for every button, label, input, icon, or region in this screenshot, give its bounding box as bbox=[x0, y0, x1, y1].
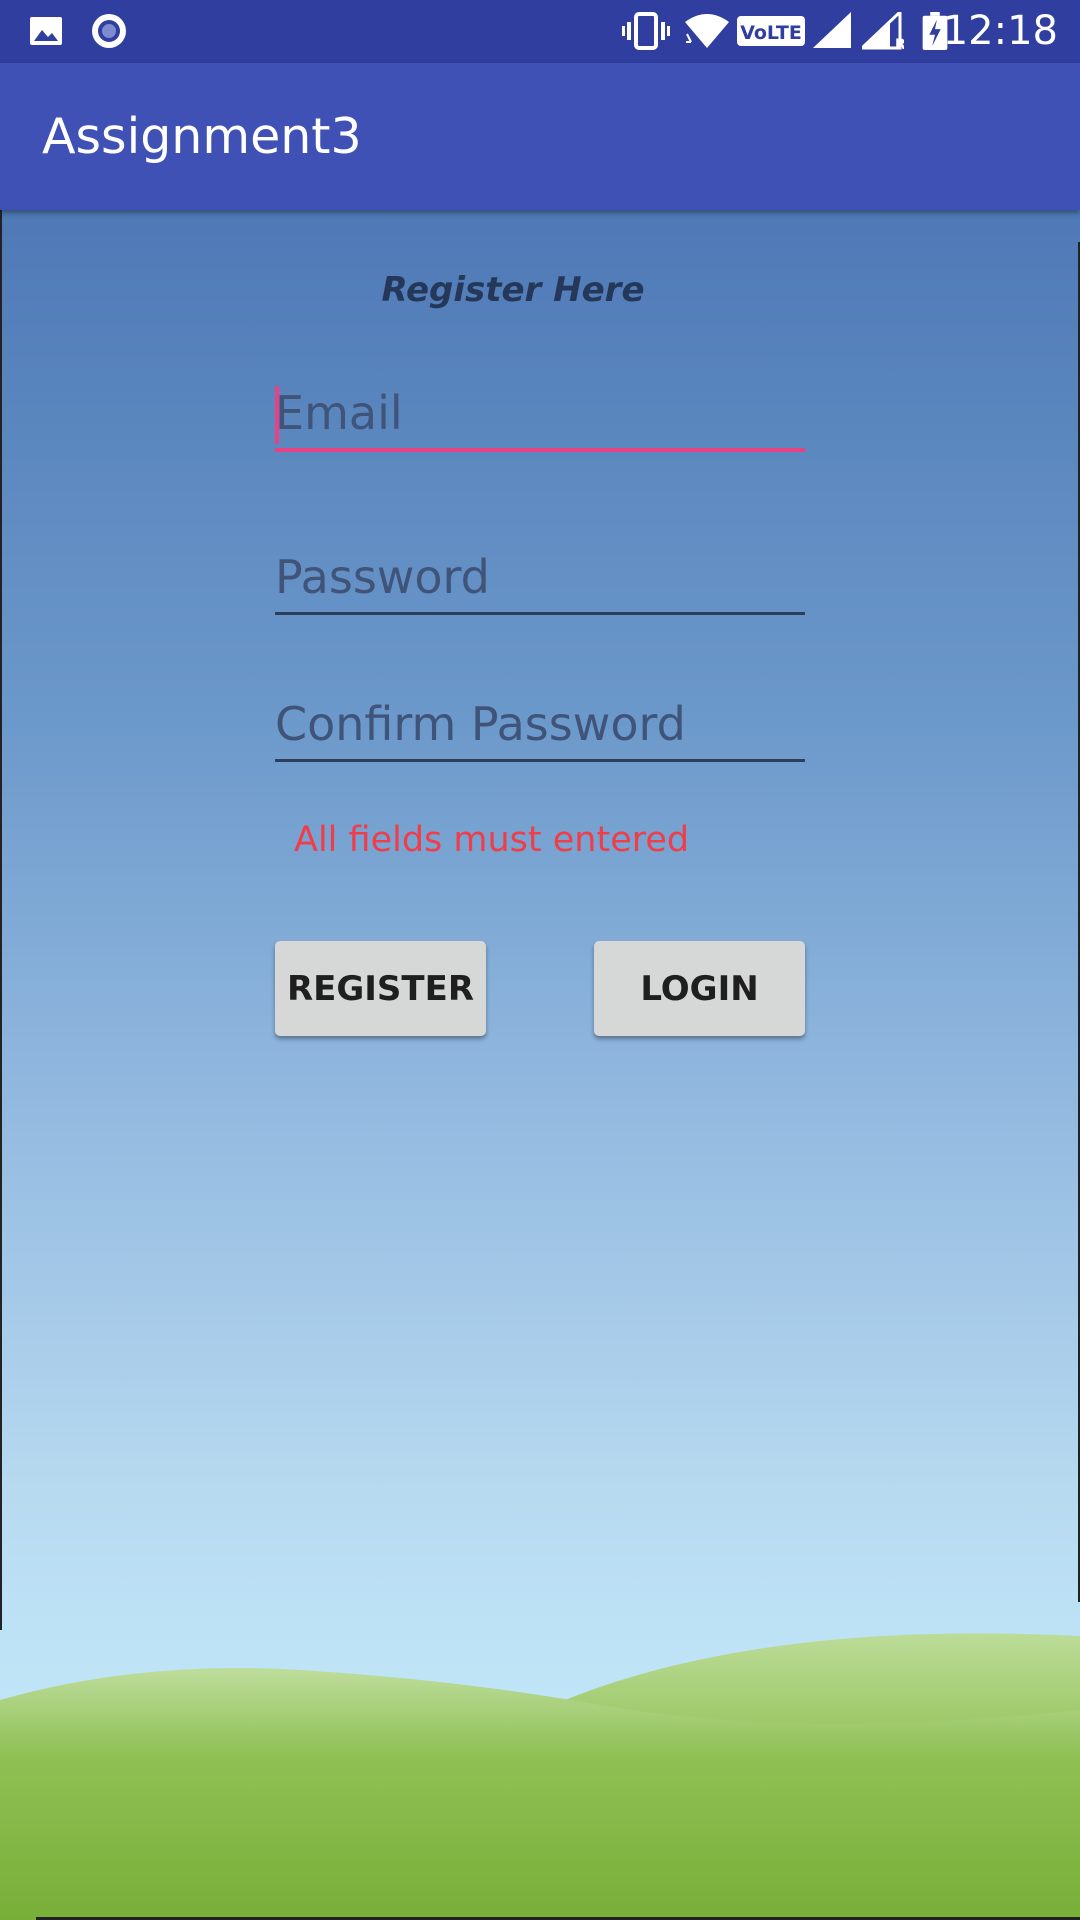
record-icon bbox=[92, 14, 126, 48]
password-field[interactable] bbox=[275, 542, 805, 615]
login-button[interactable]: LOGIN bbox=[594, 941, 805, 1036]
volte-text: VoLTE bbox=[740, 22, 802, 44]
roaming-text: R bbox=[895, 37, 904, 50]
image-icon bbox=[30, 17, 62, 45]
app-title: Assignment3 bbox=[42, 108, 362, 165]
email-underline bbox=[275, 448, 805, 452]
signal-icon bbox=[813, 12, 851, 48]
register-button[interactable]: REGISTER bbox=[275, 941, 486, 1036]
status-time: 12:18 bbox=[942, 8, 1058, 54]
volte-icon: VoLTE bbox=[737, 16, 805, 46]
app-bar: Assignment3 bbox=[0, 63, 1080, 210]
signal-roaming-icon: R bbox=[862, 12, 904, 50]
confirm-password-underline bbox=[275, 759, 805, 762]
hills-background bbox=[0, 1633, 1080, 1920]
register-form-area: Register Here All fields must entered RE… bbox=[0, 210, 1080, 1920]
confirm-password-input[interactable] bbox=[275, 689, 805, 759]
error-message: All fields must entered bbox=[294, 820, 690, 860]
confirm-password-field[interactable] bbox=[275, 689, 805, 762]
email-field[interactable] bbox=[275, 378, 805, 452]
email-input[interactable] bbox=[275, 378, 805, 448]
vibrate-icon bbox=[622, 12, 670, 50]
status-bar: VoLTE R 12:18 bbox=[0, 0, 1080, 63]
wifi-icon bbox=[685, 14, 729, 48]
register-heading: Register Here bbox=[0, 270, 1080, 310]
screen: VoLTE R 12:18 Assignment3 Register Here … bbox=[0, 0, 1080, 1920]
password-underline bbox=[275, 612, 805, 615]
register-heading-text: Register Here bbox=[381, 270, 645, 310]
password-input[interactable] bbox=[275, 542, 805, 612]
text-cursor bbox=[275, 386, 279, 444]
frame-left-border bbox=[0, 210, 2, 1630]
